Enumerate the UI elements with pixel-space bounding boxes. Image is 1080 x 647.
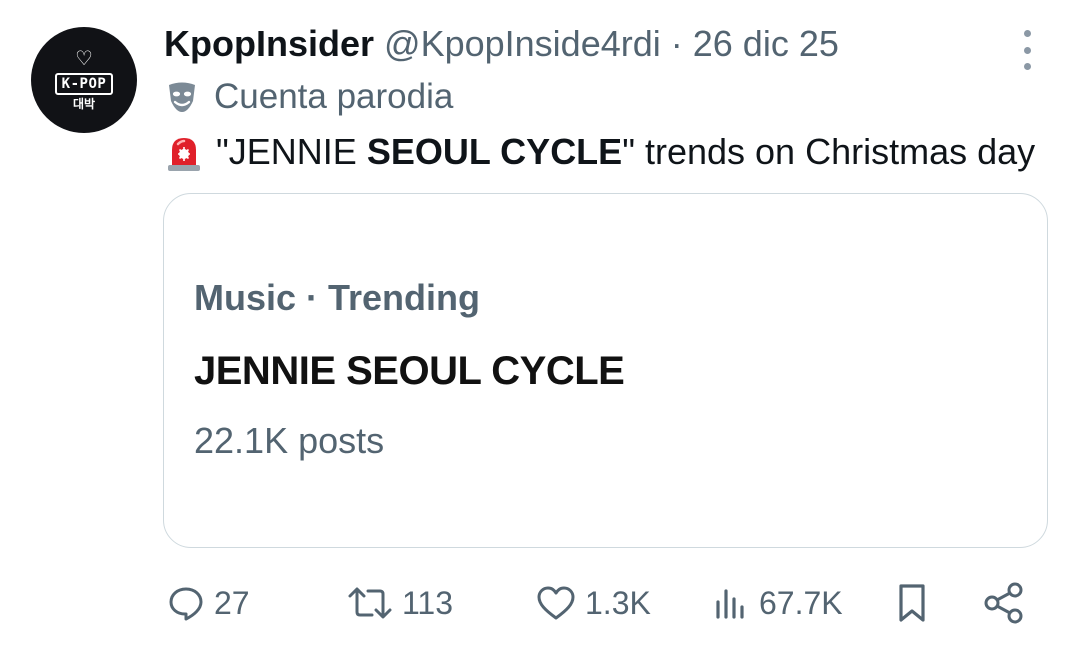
tweet-text-bold: SEOUL CYCLE <box>366 131 623 172</box>
theater-mask-icon <box>169 82 195 112</box>
handle-text[interactable]: @KpopInside4rdi <box>384 23 661 64</box>
trend-post-count: 22.1K posts <box>194 420 385 461</box>
parody-label: Cuenta parodia <box>164 76 453 118</box>
reply-button[interactable]: 27 <box>166 575 250 631</box>
handle[interactable]: @KpopInside4rdi <box>384 23 661 64</box>
timestamp[interactable]: 26 dic 25 <box>693 23 839 64</box>
avatar-logo-subtext: 대박 <box>72 97 96 111</box>
tweet[interactable]: ♡ K-POP 대박 KpopInsider @KpopInside4rdi ·… <box>0 0 1080 647</box>
retweet-button[interactable]: 113 <box>346 575 453 631</box>
avatar-logo-text: K-POP <box>54 73 114 95</box>
bookmark-icon <box>899 584 925 622</box>
share-button[interactable] <box>982 575 1026 631</box>
heart-icon <box>537 586 575 620</box>
reply-icon <box>169 587 203 621</box>
retweet-icon <box>348 587 392 619</box>
tweet-text-prefix: "JENNIE <box>216 131 367 172</box>
siren-icon <box>168 138 200 171</box>
tweet-header: KpopInsider @KpopInside4rdi · 26 dic 25 <box>164 22 839 66</box>
share-icon <box>984 582 1023 624</box>
bookmark-button[interactable] <box>892 575 932 631</box>
more-options-icon[interactable] <box>1013 30 1041 70</box>
like-button[interactable]: 1.3K <box>535 575 651 631</box>
reply-count: 27 <box>214 584 250 621</box>
trend-card[interactable]: Music · Trending JENNIE SEOUL CYCLE 22.1… <box>163 193 1048 548</box>
action-bar: 27 113 1.3K 67.7K <box>0 575 1080 631</box>
parody-text: Cuenta parodia <box>214 77 454 116</box>
retweet-count: 113 <box>402 584 454 621</box>
like-count: 1.3K <box>585 584 651 621</box>
trend-category: Music · Trending <box>194 277 481 318</box>
views-count: 67.7K <box>759 584 843 621</box>
heart-icon: ♡ <box>75 48 93 70</box>
views-icon <box>716 589 744 619</box>
tweet-text: "JENNIE SEOUL CYCLE " trends on Christmas… <box>164 130 1035 174</box>
separator: · <box>660 23 693 64</box>
tweet-text-suffix: " trends on Christmas day <box>622 131 1036 172</box>
avatar[interactable]: ♡ K-POP 대박 <box>31 27 137 133</box>
display-name[interactable]: KpopInsider <box>164 23 374 64</box>
trend-title: JENNIE SEOUL CYCLE <box>194 349 625 393</box>
views-button[interactable]: 67.7K <box>711 575 843 631</box>
